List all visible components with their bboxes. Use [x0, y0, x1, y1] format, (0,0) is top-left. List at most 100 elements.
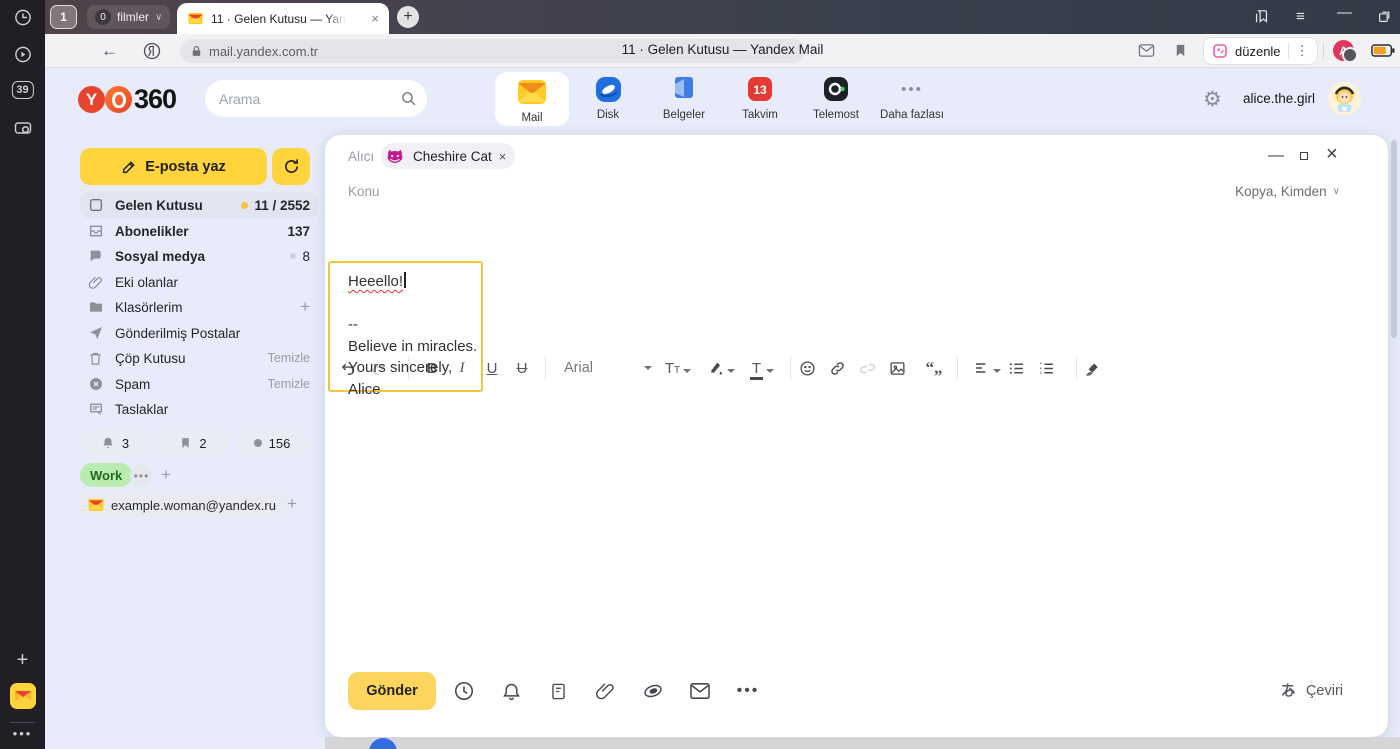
schedule-send-icon[interactable]	[452, 679, 476, 703]
user-avatar[interactable]	[1328, 82, 1361, 115]
folder-subscriptions[interactable]: Abonelikler 137	[80, 218, 318, 244]
adblock-extension-icon[interactable]: A	[1333, 40, 1354, 61]
email-page-icon[interactable]	[1138, 43, 1155, 58]
compose-button[interactable]: E-posta yaz	[80, 148, 267, 185]
highlight-color-select[interactable]	[700, 360, 742, 377]
unread-counter[interactable]: 156	[236, 430, 308, 456]
tab-active-mail[interactable]: 11 · Gelen Kutusu — Yan ×	[177, 3, 389, 34]
tag-more-icon[interactable]: •••	[130, 464, 153, 487]
y360-logo[interactable]: Y 360	[78, 84, 176, 115]
app-tab-more[interactable]: ••• Daha fazlası	[875, 74, 949, 121]
align-select[interactable]	[966, 360, 1008, 377]
folder-social[interactable]: Sosyal medya 8	[80, 243, 318, 269]
window-minimize-icon[interactable]: —	[1337, 4, 1352, 21]
more-actions-icon[interactable]: •••	[736, 679, 760, 703]
address-bar[interactable]: mail.yandex.com.tr	[180, 39, 805, 63]
svg-text:13: 13	[753, 83, 767, 97]
counter-value: 156	[269, 436, 291, 451]
new-tab-button[interactable]: +	[397, 6, 419, 28]
lock-icon[interactable]	[190, 45, 203, 58]
message-body[interactable]: Heeello! -- Believe in miracles. Yours s…	[328, 261, 483, 392]
yandex-button-icon[interactable]	[142, 41, 162, 61]
clear-folder-link[interactable]: Temizle	[268, 351, 310, 365]
settings-gear-icon[interactable]: ⚙	[1203, 87, 1222, 112]
bookmark-icon[interactable]	[1173, 42, 1188, 59]
tab-close-icon[interactable]: ×	[371, 11, 379, 26]
attach-from-disk-icon[interactable]	[641, 679, 665, 703]
account-pill[interactable]: example.woman@yandex.ru	[80, 492, 288, 518]
add-account-icon[interactable]: +	[287, 494, 297, 514]
text-color-select[interactable]: T	[742, 360, 782, 377]
kebab-menu-icon[interactable]: ⋮	[1296, 43, 1309, 59]
reminder-bell-icon[interactable]	[499, 679, 523, 703]
attach-from-mail-icon[interactable]	[688, 679, 712, 703]
clear-folder-link[interactable]: Temizle	[268, 377, 310, 391]
screenshot-icon[interactable]	[13, 118, 33, 138]
scrollbar-thumb[interactable]	[1391, 140, 1397, 338]
template-icon[interactable]	[546, 679, 570, 703]
compose-close-icon[interactable]: ×	[1326, 143, 1338, 166]
video-panel-icon[interactable]	[13, 45, 32, 64]
insert-image-icon[interactable]	[889, 360, 919, 377]
subject-placeholder[interactable]: Konu	[348, 184, 380, 199]
tab-filmler[interactable]: 0 filmler ∨	[87, 5, 170, 29]
remove-recipient-icon[interactable]: ×	[499, 149, 507, 164]
tag-work[interactable]: Work	[80, 463, 132, 487]
app-tab-belgeler[interactable]: Belgeler	[647, 74, 721, 121]
bookmarks-counter[interactable]: 2	[158, 430, 228, 456]
quote-icon[interactable]: “„	[919, 358, 949, 378]
spam-icon	[88, 376, 105, 393]
strikethrough-button[interactable]: U	[507, 360, 537, 377]
cc-from-link[interactable]: Kopya, Kimden ∨	[1235, 184, 1340, 199]
font-family-select[interactable]: Arial	[554, 360, 656, 376]
folder-trash[interactable]: Çöp Kutusu Temizle	[80, 345, 318, 371]
emoji-icon[interactable]	[799, 360, 829, 377]
send-button[interactable]: Gönder	[348, 672, 436, 710]
app-tab-mail[interactable]: Mail	[495, 72, 569, 126]
add-folder-icon[interactable]: +	[300, 297, 310, 317]
search-icon[interactable]	[400, 90, 417, 107]
recipient-chip[interactable]: Cheshire Cat ×	[381, 143, 515, 169]
remove-link-icon[interactable]	[859, 360, 889, 377]
window-restore-icon[interactable]	[1378, 10, 1391, 23]
app-tab-disk[interactable]: Disk	[571, 74, 645, 121]
folder-sent[interactable]: Gönderilmiş Postalar	[80, 320, 318, 346]
app-tab-telemost[interactable]: Telemost	[799, 74, 873, 121]
folder-attachments[interactable]: Eki olanlar	[80, 269, 318, 295]
logo-360-text: 360	[134, 84, 176, 115]
history-icon[interactable]	[13, 8, 32, 27]
add-tag-icon[interactable]: +	[161, 465, 171, 485]
workspace-chip[interactable]: 1	[50, 5, 77, 29]
folder-inbox[interactable]: Gelen Kutusu 11 / 2552	[80, 192, 318, 218]
edit-extension-pill[interactable]: düzenle ⋮	[1203, 37, 1318, 65]
attach-file-icon[interactable]	[593, 679, 617, 703]
tab-count-badge[interactable]: 39	[11, 81, 33, 99]
compose-popout-icon[interactable]	[1300, 152, 1308, 160]
username[interactable]: alice.the.girl	[1243, 91, 1315, 106]
search-box[interactable]	[205, 80, 427, 117]
font-size-select[interactable]: TT	[656, 360, 700, 377]
bullet-list-icon[interactable]	[1008, 361, 1038, 376]
search-input[interactable]	[219, 91, 400, 107]
app-label: Daha fazlası	[875, 109, 949, 121]
app-tab-takvim[interactable]: 13 Takvim	[723, 74, 797, 121]
browser-menu-icon[interactable]: ≡	[1296, 8, 1305, 25]
refresh-button[interactable]	[272, 148, 310, 185]
chat-bubbles-icon	[88, 248, 105, 265]
insert-link-icon[interactable]	[829, 360, 859, 377]
numbered-list-icon[interactable]	[1038, 361, 1068, 376]
notifications-counter[interactable]: 3	[80, 430, 150, 456]
eraser-icon[interactable]	[1085, 360, 1115, 377]
folder-my-folders[interactable]: Klasörlerim +	[80, 294, 318, 320]
chevron-down-icon[interactable]: ∨	[155, 12, 162, 23]
folder-drafts[interactable]: Taslaklar	[80, 396, 318, 422]
yandex-mail-app-icon[interactable]	[9, 682, 37, 710]
side-panel-icon[interactable]	[1253, 8, 1270, 25]
folder-spam[interactable]: Spam Temizle	[80, 371, 318, 397]
back-icon[interactable]: ←	[101, 41, 118, 61]
add-panel-icon[interactable]: +	[17, 649, 29, 672]
rail-more-icon[interactable]: •••	[13, 726, 33, 741]
translate-button[interactable]: Çeviri	[1279, 681, 1343, 700]
compose-minimize-icon[interactable]: —	[1268, 147, 1284, 165]
app-label: Telemost	[799, 109, 873, 121]
